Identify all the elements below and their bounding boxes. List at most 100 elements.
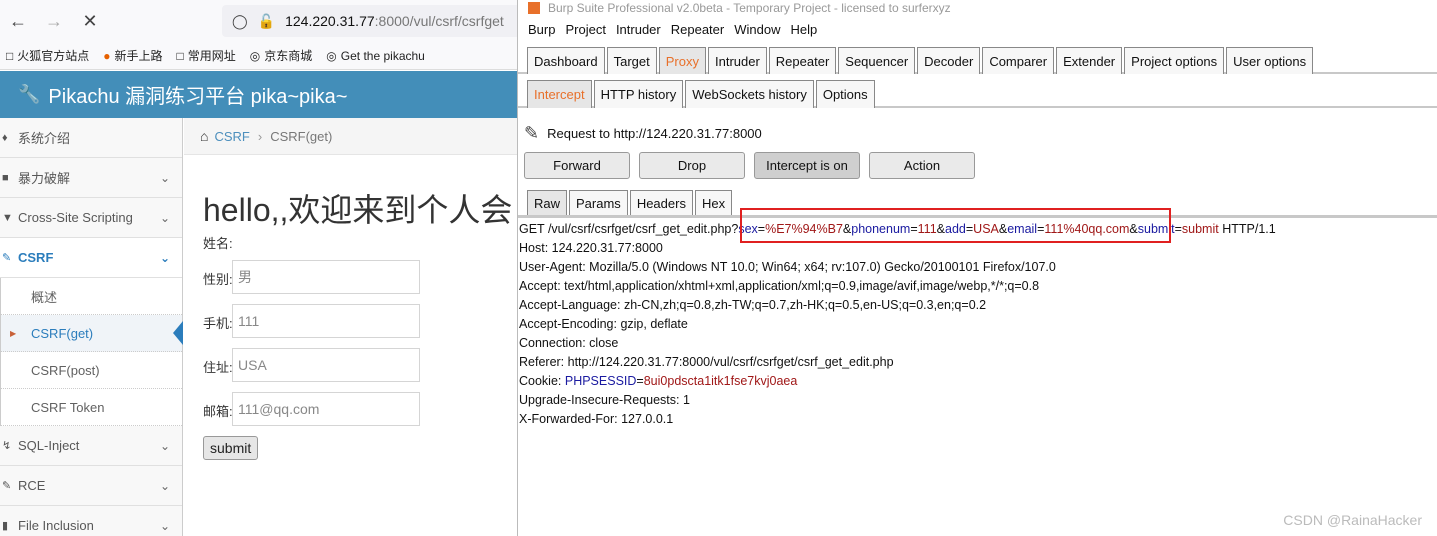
back-icon[interactable]: ← — [0, 3, 36, 39]
address-bar[interactable]: ◯ 🔓 124.220.31.77:8000/vul/csrf/csrfget — [222, 5, 518, 37]
folder-icon: □ — [6, 48, 14, 63]
bookmark-label: 京东商城 — [264, 49, 313, 63]
bookmark-firefox[interactable]: □ 火狐官方站点 — [6, 47, 89, 64]
app-title[interactable]: Pikachu 漏洞练习平台 pika~pika~ — [48, 80, 347, 109]
wrench-icon: 🔧 — [18, 84, 41, 104]
tab-sequencer[interactable]: Sequencer — [838, 47, 916, 74]
insecure-lock-icon[interactable]: 🔓 — [258, 13, 275, 30]
tab-comparer[interactable]: Comparer — [982, 47, 1055, 74]
bookmark-pikachu[interactable]: ◎ Get the pikachu — [326, 49, 425, 63]
tab-params[interactable]: Params — [569, 190, 628, 215]
params-highlight-box — [740, 208, 1171, 243]
tab-decoder[interactable]: Decoder — [917, 47, 981, 74]
tab-websockets-history[interactable]: WebSockets history — [685, 80, 814, 108]
globe-icon: ◎ — [249, 48, 261, 63]
burp-window: Burp Suite Professional v2.0beta - Tempo… — [517, 0, 1437, 536]
email-value: 111@qq.com — [238, 401, 320, 417]
sidebar-item-intro[interactable]: ♦ 系统介绍 — [0, 118, 182, 158]
header-line: Connection: close — [519, 336, 619, 350]
main-content: ⌂ CSRF › CSRF(get) hello,,欢迎来到个人会 姓名: 性别… — [184, 118, 518, 536]
raw-request-editor[interactable]: GET /vul/csrf/csrfget/csrf_get_edit.php?… — [519, 220, 1276, 429]
tab-intercept[interactable]: Intercept — [527, 80, 592, 108]
tab-http-history[interactable]: HTTP history — [593, 80, 684, 108]
sidebar-sub-csrf-post[interactable]: CSRF(post) — [1, 352, 182, 389]
tab-proxy[interactable]: Proxy — [658, 47, 706, 74]
address-input[interactable]: USA — [232, 348, 420, 382]
burp-logo-icon — [528, 2, 540, 14]
menu-help[interactable]: Help — [790, 22, 817, 37]
proxy-tab-bar: Intercept HTTP history WebSockets histor… — [518, 74, 1437, 108]
sex-label: 性别: — [203, 272, 233, 287]
tab-dashboard[interactable]: Dashboard — [527, 47, 605, 74]
sidebar-sub-csrf-get[interactable]: ▶ CSRF(get) — [1, 315, 183, 352]
menu-burp[interactable]: Burp — [528, 22, 555, 37]
sidebar-item-sqli[interactable]: ↯ SQL-Inject ⌄ — [0, 426, 182, 466]
phone-input[interactable]: 111 — [232, 304, 420, 338]
tab-headers[interactable]: Headers — [629, 190, 693, 215]
tab-intruder[interactable]: Intruder — [707, 47, 767, 74]
forward-button[interactable]: Forward — [524, 152, 630, 179]
action-button[interactable]: Action — [869, 152, 975, 179]
tab-extender[interactable]: Extender — [1056, 47, 1123, 74]
sex-input[interactable]: 男 — [232, 260, 420, 294]
sidebar-item-csrf[interactable]: ✎ CSRF ⌄ — [0, 238, 182, 278]
breadcrumb: ⌂ CSRF › CSRF(get) — [184, 118, 518, 155]
file-icon: ▮ — [2, 520, 9, 532]
sidebar-item-label: 系统介绍 — [18, 131, 71, 146]
header-line: Upgrade-Insecure-Requests: 1 — [519, 393, 690, 407]
lock-icon: ■ — [2, 171, 9, 184]
url-text[interactable]: 124.220.31.77:8000/vul/csrf/csrfget — [285, 13, 504, 29]
sidebar-item-xss[interactable]: ▼ Cross-Site Scripting ⌄ — [0, 198, 182, 238]
address-label: 住址: — [203, 360, 233, 375]
burp-title: Burp Suite Professional v2.0beta - Tempo… — [548, 1, 951, 15]
bookmark-getting-started[interactable]: ● 新手上路 — [103, 47, 162, 64]
cookie-line: Cookie: PHPSESSID=8ui0pdscta1itk1fse7kvj… — [519, 374, 798, 388]
pencil-icon: ✎ — [2, 480, 12, 492]
tab-user-options[interactable]: User options — [1226, 47, 1314, 74]
screen: ← → ✕ ◯ 🔓 124.220.31.77:8000/vul/csrf/cs… — [0, 0, 1437, 536]
bookmark-jd[interactable]: ◎ 京东商城 — [250, 47, 313, 64]
sidebar-sub-csrf-token[interactable]: CSRF Token — [1, 389, 182, 426]
tab-target[interactable]: Target — [606, 47, 657, 74]
cookie-prefix: Cookie: — [519, 374, 565, 388]
stop-icon[interactable]: ✕ — [72, 3, 108, 39]
menu-repeater[interactable]: Repeater — [671, 22, 724, 37]
tab-repeater[interactable]: Repeater — [768, 47, 837, 74]
burp-title-bar: Burp Suite Professional v2.0beta - Tempo… — [518, 0, 1437, 16]
sidebar-item-bruteforce[interactable]: ■ 暴力破解 ⌄ — [0, 158, 182, 198]
sidebar-item-file-inclusion[interactable]: ▮ File Inclusion ⌄ — [0, 506, 182, 536]
sex-value: 男 — [238, 269, 252, 285]
tab-hex[interactable]: Hex — [694, 190, 733, 215]
sidebar-sub-overview[interactable]: 概述 — [1, 278, 182, 315]
tab-options[interactable]: Options — [815, 80, 875, 108]
header-line: Accept: text/html,application/xhtml+xml,… — [519, 279, 1040, 293]
greeting-heading: hello,,欢迎来到个人会 — [203, 192, 513, 228]
menu-project[interactable]: Project — [565, 22, 605, 37]
sidebar-item-rce[interactable]: ✎ RCE ⌄ — [0, 466, 182, 506]
share-icon: ✎ — [2, 252, 12, 264]
bookmark-common[interactable]: □ 常用网址 — [177, 47, 236, 64]
firefox-icon: ● — [103, 48, 111, 63]
menu-intruder[interactable]: Intruder — [616, 22, 661, 37]
phone-label: 手机: — [203, 316, 233, 331]
home-icon[interactable]: ⌂ — [200, 128, 208, 144]
drop-button[interactable]: Drop — [639, 152, 745, 179]
bookmark-label: 火狐官方站点 — [17, 49, 90, 63]
email-input[interactable]: 111@qq.com — [232, 392, 420, 426]
breadcrumb-current: CSRF(get) — [270, 128, 333, 144]
sidebar-item-label: File Inclusion — [18, 518, 94, 533]
menu-window[interactable]: Window — [734, 22, 780, 37]
fork-icon: ↯ — [2, 440, 12, 452]
forward-icon[interactable]: → — [36, 3, 72, 39]
breadcrumb-link-csrf[interactable]: CSRF — [214, 129, 249, 144]
tab-project-options[interactable]: Project options — [1124, 47, 1225, 74]
editor-tab-bar: Raw Params Headers Hex — [527, 190, 734, 215]
cookie-key: PHPSESSID — [564, 374, 637, 388]
intercept-toggle-button[interactable]: Intercept is on — [754, 152, 860, 179]
submit-button[interactable]: submit — [203, 436, 259, 460]
phone-value: 111 — [238, 313, 260, 329]
sidebar-item-label: 暴力破解 — [18, 171, 71, 186]
chevron-down-icon: ⌄ — [159, 438, 170, 453]
tab-raw[interactable]: Raw — [527, 190, 568, 215]
request-path: GET /vul/csrf/csrfget/csrf_get_edit.php? — [519, 222, 739, 236]
